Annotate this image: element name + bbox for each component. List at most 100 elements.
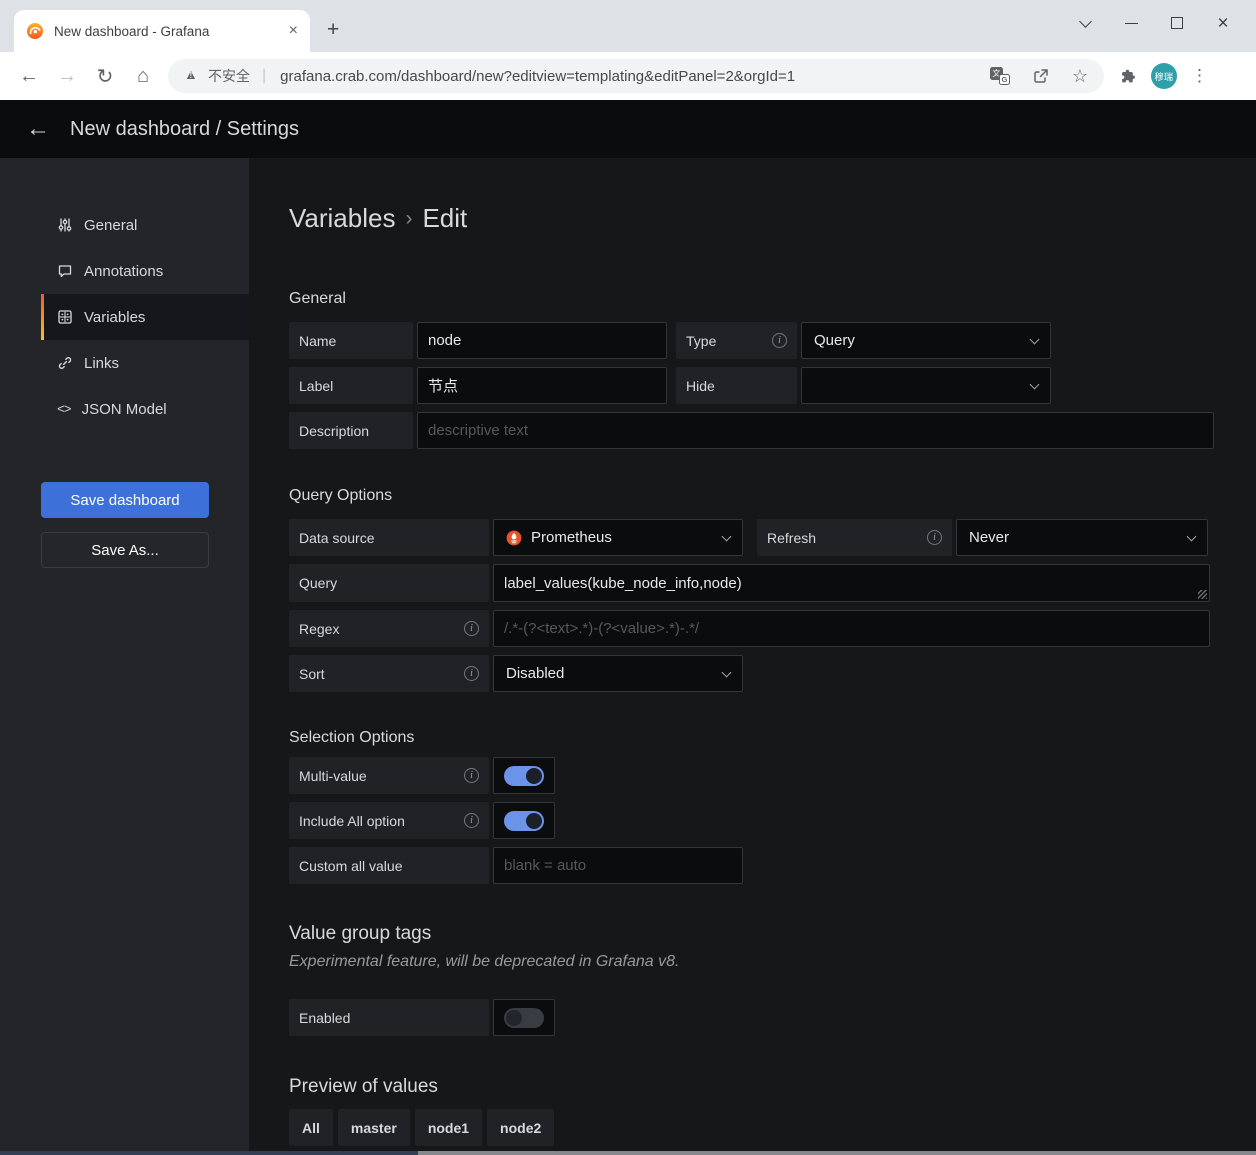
save-as-button[interactable]: Save As... <box>41 532 209 568</box>
multi-value-label: Multi-value i <box>289 757 489 794</box>
sidebar-item-label: Annotations <box>84 262 164 280</box>
chevron-down-icon <box>1029 379 1040 389</box>
url-text[interactable]: grafana.crab.com/dashboard/new?editview=… <box>280 68 968 85</box>
tab-strip: New dashboard - Grafana × + × <box>0 0 1256 52</box>
info-icon[interactable]: i <box>927 530 942 545</box>
preview-heading: Preview of values <box>289 1076 438 1097</box>
breadcrumb-section[interactable]: Variables <box>289 203 395 233</box>
url-separator: | <box>262 67 267 84</box>
app-header: ← New dashboard / Settings <box>0 100 1256 158</box>
translate-icon[interactable]: 文 G <box>989 67 1010 85</box>
variables-grid-icon <box>58 310 72 324</box>
preview-chip[interactable]: All <box>289 1109 333 1146</box>
breadcrumb-page: Edit <box>422 203 468 233</box>
window-chevron-icon[interactable] <box>1062 8 1108 38</box>
window-close-button[interactable]: × <box>1200 8 1246 38</box>
browser-forward-button[interactable]: → <box>48 65 86 88</box>
regex-input[interactable] <box>493 610 1210 647</box>
browser-back-button[interactable]: ← <box>10 65 48 88</box>
enabled-toggle[interactable] <box>493 999 555 1036</box>
query-textarea[interactable]: label_values(kube_node_info,node) <box>493 564 1210 602</box>
not-secure-label: 不安全 <box>208 68 250 84</box>
extensions-puzzle-icon[interactable] <box>1120 68 1137 85</box>
data-source-label: Data source <box>289 519 489 556</box>
chevron-down-icon <box>721 531 732 541</box>
hide-label: Hide <box>676 367 797 404</box>
window-maximize-button[interactable] <box>1154 8 1200 38</box>
value-group-tags-heading: Value group tags <box>289 923 432 944</box>
sort-label: Sort i <box>289 655 489 692</box>
refresh-select[interactable]: Never <box>956 519 1208 556</box>
info-icon[interactable]: i <box>464 666 479 681</box>
browser-home-button[interactable]: ⌂ <box>124 65 162 88</box>
window-bottom-edge <box>0 1151 1256 1155</box>
include-all-toggle[interactable] <box>493 802 555 839</box>
sidebar-item-label: JSON Model <box>81 400 167 418</box>
address-bar[interactable]: ▲ ! 不安全 | grafana.crab.com/dashboard/new… <box>168 59 1104 93</box>
save-dashboard-button[interactable]: Save dashboard <box>41 482 209 518</box>
data-source-select[interactable]: Prometheus <box>493 519 743 556</box>
profile-avatar[interactable]: 穆瑞 <box>1151 63 1177 89</box>
window-minimize-button[interactable] <box>1108 8 1154 38</box>
general-heading: General <box>289 290 346 307</box>
info-icon[interactable]: i <box>464 621 479 636</box>
browser-reload-button[interactable]: ↻ <box>86 64 124 89</box>
sort-select[interactable]: Disabled <box>493 655 743 692</box>
chevron-down-icon <box>721 667 732 677</box>
resize-handle[interactable] <box>1198 590 1207 599</box>
custom-all-value-label: Custom all value <box>289 847 489 884</box>
preview-chips: All master node1 node2 <box>289 1109 1214 1146</box>
general-section: General Name Typei Query Label Hide <box>289 290 1214 449</box>
sidebar-item-label: Links <box>84 354 120 372</box>
go-back-button[interactable]: ← <box>26 115 50 143</box>
chevron-down-icon <box>1029 334 1040 344</box>
regex-label: Regex i <box>289 610 489 647</box>
custom-all-value-input[interactable] <box>493 847 743 884</box>
grafana-favicon-icon <box>26 22 44 40</box>
enabled-label: Enabled <box>289 999 489 1036</box>
breadcrumb-separator: › <box>405 207 413 230</box>
label-input[interactable] <box>417 367 667 404</box>
browser-menu-icon[interactable]: ⋮ <box>1191 66 1208 86</box>
preview-section: Preview of values All master node1 node2 <box>289 1076 1214 1146</box>
sidebar-item-general[interactable]: General <box>0 202 249 248</box>
share-icon[interactable] <box>1032 67 1050 85</box>
multi-value-toggle[interactable] <box>493 757 555 794</box>
selection-options-heading: Selection Options <box>289 729 415 746</box>
label-label: Label <box>289 367 413 404</box>
name-label: Name <box>289 322 413 359</box>
prometheus-icon <box>506 530 522 546</box>
info-icon[interactable]: i <box>464 813 479 828</box>
description-input[interactable] <box>417 412 1214 449</box>
hide-select[interactable] <box>801 367 1051 404</box>
value-group-tags-section: Value group tags Experimental feature, w… <box>289 923 1214 1036</box>
not-secure-warning-icon[interactable]: ▲ ! <box>184 66 200 84</box>
preview-chip[interactable]: node2 <box>487 1109 555 1146</box>
tab-close-icon[interactable]: × <box>289 23 298 39</box>
sidebar-item-annotations[interactable]: Annotations <box>0 248 249 294</box>
info-icon[interactable]: i <box>464 768 479 783</box>
preview-chip[interactable]: master <box>337 1109 410 1146</box>
refresh-label: Refresh i <box>757 519 952 556</box>
window-controls: × <box>1062 8 1246 38</box>
type-select[interactable]: Query <box>801 322 1051 359</box>
experimental-note: Experimental feature, will be deprecated… <box>289 953 680 970</box>
browser-tab[interactable]: New dashboard - Grafana × <box>14 10 310 52</box>
query-options-section: Query Options Data source Prometheus Ref… <box>289 487 1214 692</box>
sidebar-item-links[interactable]: Links <box>0 340 249 386</box>
sliders-icon <box>58 218 72 232</box>
name-input[interactable] <box>417 322 667 359</box>
info-icon[interactable]: i <box>772 333 787 348</box>
preview-chip[interactable]: node1 <box>414 1109 483 1146</box>
description-label: Description <box>289 412 413 449</box>
query-label: Query <box>289 564 489 602</box>
bookmark-star-icon[interactable]: ☆ <box>1072 66 1088 87</box>
url-toolbar: ← → ↻ ⌂ ▲ ! 不安全 | grafana.crab.com/dashb… <box>0 52 1256 100</box>
code-brackets-icon: <> <box>57 401 72 417</box>
toolbar-right: 穆瑞 ⋮ <box>1120 63 1208 89</box>
include-all-label: Include All option i <box>289 802 489 839</box>
sidebar-item-variables[interactable]: Variables <box>41 294 249 340</box>
comment-icon <box>58 265 72 278</box>
new-tab-button[interactable]: + <box>327 18 339 42</box>
sidebar-item-json-model[interactable]: <> JSON Model <box>0 386 249 432</box>
